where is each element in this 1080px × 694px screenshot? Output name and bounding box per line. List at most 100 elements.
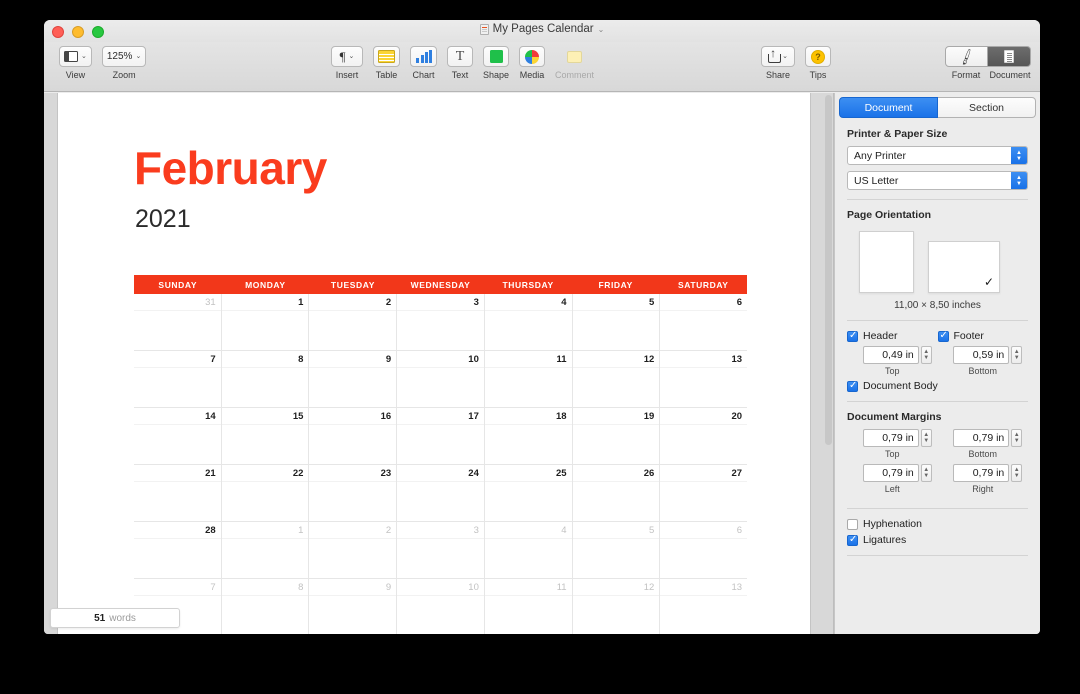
text-button[interactable]: T Text — [447, 46, 473, 80]
calendar-body: 31 1 2 3 4 5 6 7 8 9 10 11 12 13 14 15 16 17 18 19 20 21 22 23 2… — [134, 294, 748, 634]
calendar-day-cell[interactable]: 1 — [221, 522, 310, 579]
month-heading[interactable]: February — [134, 141, 327, 195]
margin-left-field[interactable]: 0,79 in — [862, 464, 919, 482]
share-button[interactable]: ⌄ Share — [761, 46, 795, 80]
calendar-day-cell[interactable]: 19 — [572, 408, 661, 465]
calendar-day-cell[interactable]: 25 — [484, 465, 573, 522]
calendar-day-cell[interactable]: 10 — [397, 351, 485, 408]
tips-button[interactable]: ? Tips — [805, 46, 831, 80]
calendar-day-cell[interactable]: 10 — [397, 579, 485, 634]
shape-label: Shape — [483, 70, 510, 80]
calendar-day-cell[interactable]: 4 — [484, 522, 573, 579]
margin-bottom-value: 0,79 in — [972, 432, 1005, 444]
printer-select[interactable]: Any Printer ▲ ▼ — [847, 146, 1028, 165]
calendar-day-cell[interactable]: 13 — [660, 351, 748, 408]
inspector-toggle-group: 🖌 Format Document — [944, 46, 1032, 80]
stepper-arrows-icon: ▲ ▼ — [1011, 172, 1027, 189]
comment-button[interactable]: Comment — [555, 46, 594, 80]
calendar-day-cell[interactable]: 9 — [309, 351, 398, 408]
calendar-day-cell[interactable]: 31 — [134, 294, 222, 351]
media-button[interactable]: Media — [519, 46, 546, 80]
calendar-day-cell[interactable]: 3 — [397, 294, 485, 351]
cell-divider — [397, 595, 484, 596]
calendar-day-cell[interactable]: 15 — [221, 408, 310, 465]
table-button[interactable]: Table — [373, 46, 400, 80]
margin-left-stepper[interactable]: ▲ ▼ — [920, 464, 932, 482]
calendar-day-number: 11 — [556, 354, 567, 365]
footer-bottom-stepper[interactable]: ▲ ▼ — [1011, 346, 1023, 364]
margin-top-stepper[interactable]: ▲ ▼ — [920, 429, 932, 447]
cell-divider — [484, 367, 572, 368]
document-page[interactable]: February 2021 SUNDAY MONDAY TUESDAY WEDN… — [58, 93, 810, 634]
orientation-landscape-option[interactable]: ✓ — [928, 241, 1000, 293]
calendar-day-cell[interactable]: 9 — [309, 579, 398, 634]
calendar-day-cell[interactable]: 26 — [572, 465, 661, 522]
footer-bottom-field[interactable]: 0,59 in — [953, 346, 1010, 364]
calendar-day-cell[interactable]: 6 — [660, 522, 748, 579]
margin-top-field[interactable]: 0,79 in — [862, 429, 919, 447]
calendar-day-cell[interactable]: 17 — [397, 408, 485, 465]
calendar-day-cell[interactable]: 14 — [134, 408, 222, 465]
calendar-table[interactable]: SUNDAY MONDAY TUESDAY WEDNESDAY THURSDAY… — [134, 275, 748, 634]
calendar-day-cell[interactable]: 28 — [134, 522, 222, 579]
document-canvas[interactable]: February 2021 SUNDAY MONDAY TUESDAY WEDN… — [44, 93, 834, 634]
word-count-badge[interactable]: 51 words — [50, 608, 180, 628]
window-body: February 2021 SUNDAY MONDAY TUESDAY WEDN… — [44, 93, 1040, 634]
ligatures-checkbox[interactable]: Ligatures — [847, 534, 1028, 546]
document-title[interactable]: My Pages Calendar ⌄ — [44, 23, 1040, 35]
orientation-portrait-option[interactable] — [859, 231, 914, 293]
vertical-scrollbar[interactable] — [825, 95, 832, 445]
header-top-stepper[interactable]: ▲ ▼ — [920, 346, 932, 364]
calendar-day-cell[interactable]: 13 — [660, 579, 748, 634]
calendar-day-cell[interactable]: 5 — [572, 522, 661, 579]
calendar-day-cell[interactable]: 22 — [221, 465, 310, 522]
calendar-day-cell[interactable]: 12 — [572, 579, 661, 634]
paper-size-select[interactable]: US Letter ▲ ▼ — [847, 171, 1028, 190]
document-inspector-button[interactable] — [988, 46, 1031, 67]
margin-bottom-field[interactable]: 0,79 in — [953, 429, 1010, 447]
calendar-day-cell[interactable]: 5 — [572, 294, 661, 351]
calendar-day-cell[interactable]: 8 — [221, 351, 310, 408]
calendar-day-cell[interactable]: 11 — [484, 351, 573, 408]
calendar-day-number: 13 — [731, 354, 743, 365]
tab-document[interactable]: Document — [839, 97, 938, 118]
calendar-day-cell[interactable]: 2 — [309, 294, 398, 351]
media-icon — [525, 49, 540, 64]
calendar-day-cell[interactable]: 16 — [309, 408, 398, 465]
shape-button[interactable]: Shape — [483, 46, 509, 80]
header-footer-checkboxes: Header 0,49 in ▲▼ Top — [847, 330, 1028, 376]
hyphenation-checkbox[interactable]: Hyphenation — [847, 518, 1028, 530]
margin-bottom-stepper[interactable]: ▲ ▼ — [1011, 429, 1023, 447]
calendar-day-cell[interactable]: 7 — [134, 351, 222, 408]
calendar-day-cell[interactable]: 8 — [221, 579, 310, 634]
margin-right-field[interactable]: 0,79 in — [953, 464, 1010, 482]
calendar-day-cell[interactable]: 24 — [397, 465, 485, 522]
header-top-field[interactable]: 0,49 in — [862, 346, 919, 364]
header-checkbox[interactable]: Header — [847, 330, 938, 342]
calendar-day-number: 24 — [468, 468, 479, 479]
calendar-day-cell[interactable]: 21 — [134, 465, 222, 522]
margin-right-stepper[interactable]: ▲ ▼ — [1011, 464, 1023, 482]
format-inspector-button[interactable]: 🖌 — [945, 46, 988, 67]
calendar-day-cell[interactable]: 3 — [397, 522, 485, 579]
calendar-day-cell[interactable]: 23 — [309, 465, 398, 522]
calendar-day-cell[interactable]: 2 — [309, 522, 398, 579]
calendar-day-cell[interactable]: 4 — [484, 294, 573, 351]
calendar-day-cell[interactable]: 1 — [221, 294, 310, 351]
calendar-day-cell[interactable]: 20 — [660, 408, 748, 465]
calendar-day-cell[interactable]: 27 — [660, 465, 748, 522]
insert-button[interactable]: ¶ ⌄ Insert — [331, 46, 363, 80]
cell-divider — [484, 538, 572, 539]
calendar-day-cell[interactable]: 18 — [484, 408, 573, 465]
chart-button[interactable]: Chart — [410, 46, 437, 80]
zoom-button[interactable]: 125% ⌄ Zoom — [101, 46, 147, 80]
calendar-day-cell[interactable]: 11 — [484, 579, 573, 634]
view-button[interactable]: ⌄ View — [59, 46, 92, 80]
year-heading[interactable]: 2021 — [135, 205, 191, 234]
calendar-day-cell[interactable]: 12 — [572, 351, 661, 408]
tab-section[interactable]: Section — [938, 97, 1036, 118]
chevron-down-icon[interactable]: ⌄ — [598, 25, 605, 34]
document-body-checkbox[interactable]: Document Body — [847, 380, 1028, 392]
footer-checkbox[interactable]: Footer — [937, 330, 1029, 342]
calendar-day-cell[interactable]: 6 — [660, 294, 748, 351]
